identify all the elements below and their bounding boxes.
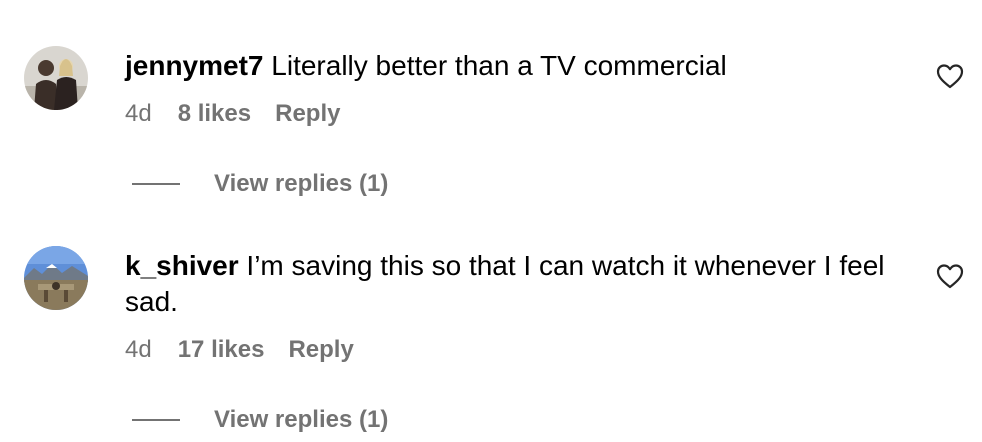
replies-divider-line — [132, 183, 180, 185]
view-replies-label: View replies (1) — [214, 406, 389, 433]
replies-divider-line — [132, 419, 180, 421]
comment-meta: 4d 17 likes Reply — [125, 336, 354, 364]
comment-likes[interactable]: 17 likes — [178, 336, 265, 364]
comment-body: k_shiver I’m saving this so that I can w… — [125, 248, 885, 320]
comment-avatar[interactable] — [24, 246, 88, 310]
reply-button[interactable]: Reply — [275, 100, 340, 128]
comment-meta: 4d 8 likes Reply — [125, 100, 340, 128]
view-replies-button[interactable]: View replies (1) — [132, 406, 388, 434]
comment-username[interactable]: jennymet7 — [125, 50, 264, 81]
comment-text: I’m saving this so that I can watch it w… — [125, 250, 885, 317]
like-heart-icon[interactable] — [936, 263, 964, 289]
avatar-photo-icon — [24, 246, 88, 310]
comment-text: Literally better than a TV commercial — [271, 50, 727, 81]
reply-button[interactable]: Reply — [288, 336, 353, 364]
comment-likes[interactable]: 8 likes — [178, 100, 251, 128]
comment-time: 4d — [125, 100, 152, 127]
comment-body: jennymet7 Literally better than a TV com… — [125, 48, 885, 84]
like-heart-icon[interactable] — [936, 63, 964, 89]
avatar-photo-icon — [24, 46, 88, 110]
comment-username[interactable]: k_shiver — [125, 250, 239, 281]
comment-time: 4d — [125, 336, 152, 363]
view-replies-label: View replies (1) — [214, 170, 389, 197]
view-replies-button[interactable]: View replies (1) — [132, 170, 388, 198]
comment-avatar[interactable] — [24, 46, 88, 110]
